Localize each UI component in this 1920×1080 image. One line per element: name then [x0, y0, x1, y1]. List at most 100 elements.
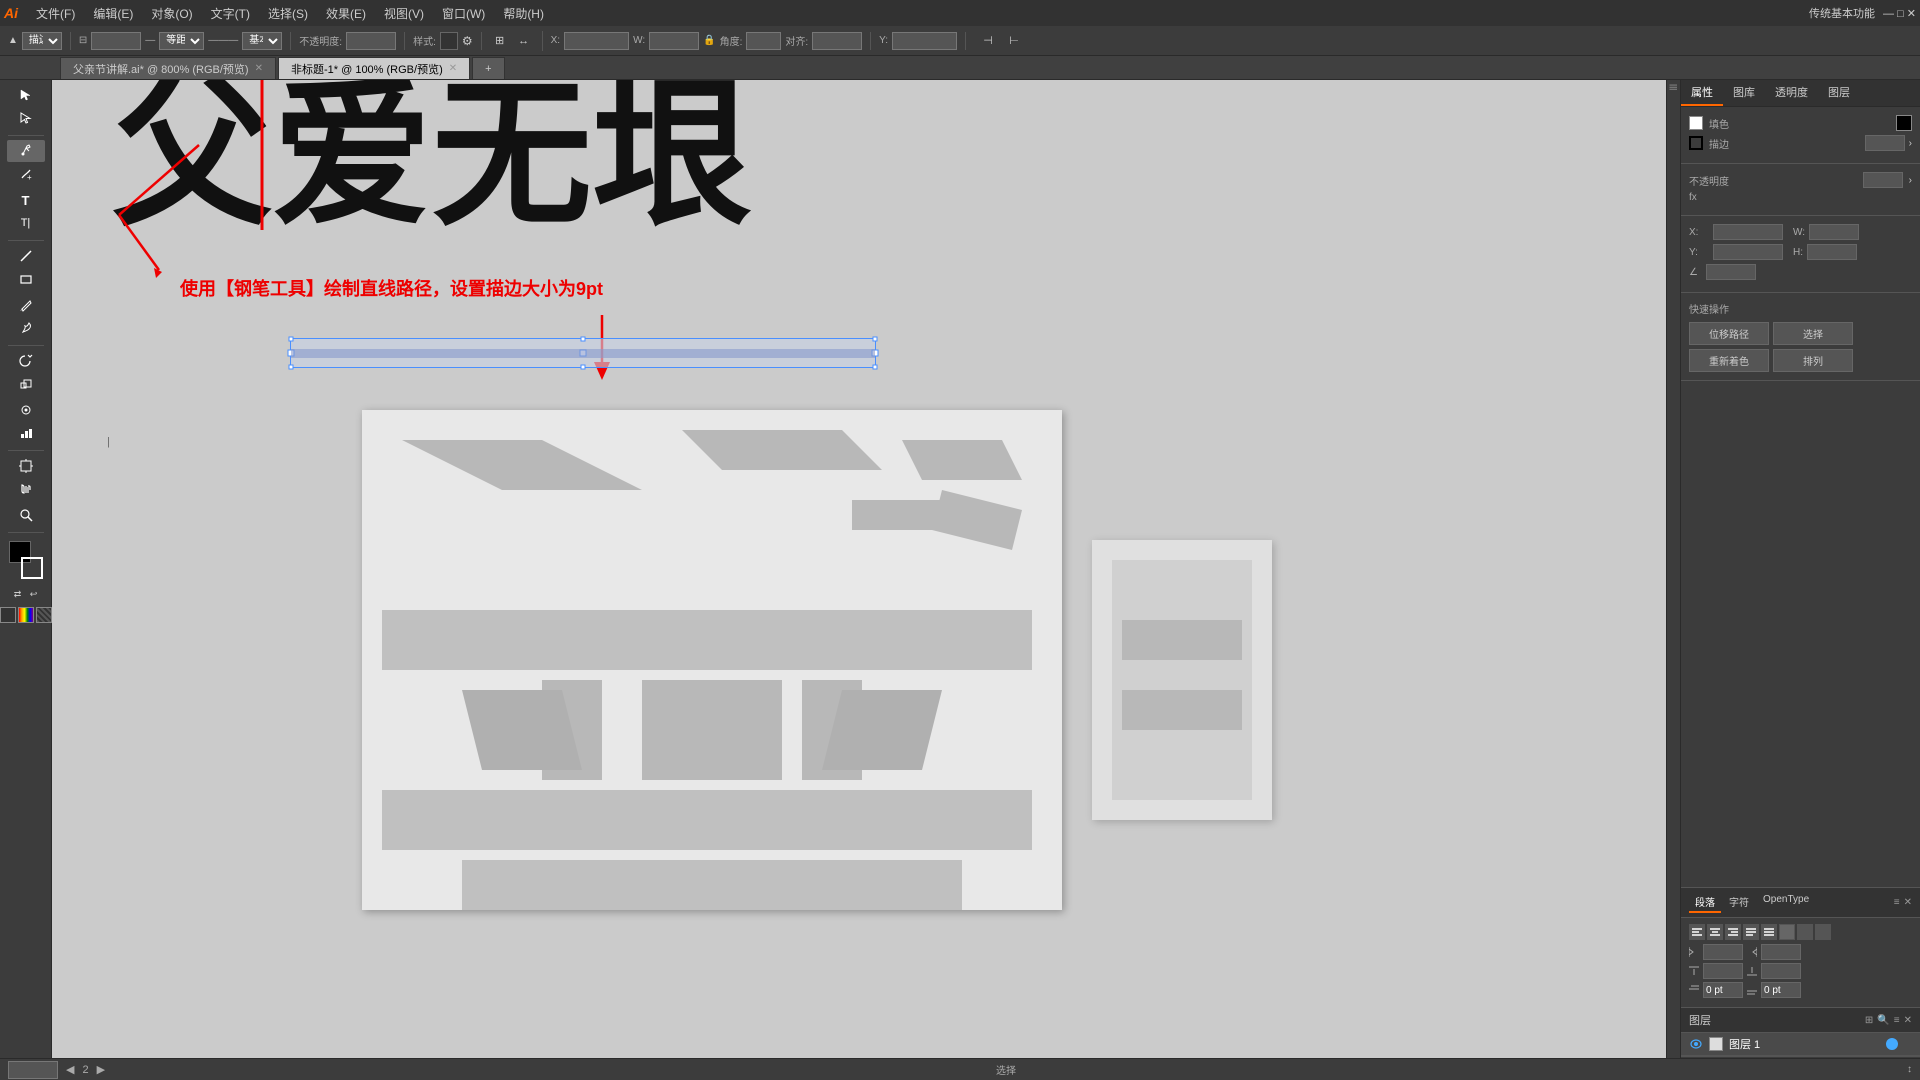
- handle-tr[interactable]: [873, 337, 878, 342]
- handle-bl[interactable]: [289, 365, 294, 370]
- angle-right-input[interactable]: 0°: [1706, 264, 1756, 280]
- stroke-selector[interactable]: 描边: [22, 32, 62, 50]
- layer-select-indicator[interactable]: [1886, 1038, 1898, 1050]
- opentype-tab[interactable]: OpenType: [1757, 892, 1815, 913]
- area-type-tool[interactable]: T|: [7, 212, 45, 234]
- default-colors-icon[interactable]: ↩: [27, 587, 41, 601]
- panel-hamburger-icon[interactable]: ≡: [1894, 897, 1900, 908]
- fill-icon[interactable]: [1689, 116, 1703, 130]
- style-settings-icon[interactable]: ⚙: [462, 34, 473, 48]
- gradient-icon[interactable]: [18, 607, 34, 623]
- stroke-size-input[interactable]: 9 pt: [91, 32, 141, 50]
- zoom-tool[interactable]: [7, 504, 45, 526]
- stroke-size-right[interactable]: 9 pt: [1865, 135, 1905, 151]
- space-before-input[interactable]: 0 pt: [1703, 963, 1743, 979]
- align-left-btn[interactable]: [1689, 924, 1705, 940]
- pen-tool[interactable]: [7, 140, 45, 162]
- type-tool[interactable]: T: [7, 189, 45, 211]
- justify-all-btn[interactable]: [1761, 924, 1777, 940]
- direct-selection-tool[interactable]: [7, 107, 45, 129]
- handle-br[interactable]: [873, 365, 878, 370]
- layer-lock-indicator[interactable]: [1900, 1038, 1912, 1050]
- panel-collapse-btn[interactable]: ✕: [1904, 897, 1912, 908]
- rect-tool[interactable]: [7, 268, 45, 290]
- path-container[interactable]: [290, 338, 876, 368]
- indent-right-input[interactable]: 0 pt: [1761, 944, 1801, 960]
- tab-close-2[interactable]: ✕: [449, 63, 457, 74]
- menu-text[interactable]: 文字(T): [203, 3, 258, 24]
- x-right-input[interactable]: 469.928: [1713, 224, 1783, 240]
- column-chart-tool[interactable]: [7, 422, 45, 444]
- handle-bc[interactable]: [581, 365, 586, 370]
- r-tab-transparency[interactable]: 透明度: [1765, 80, 1818, 106]
- color-swatch-icon[interactable]: [0, 607, 16, 623]
- menu-edit[interactable]: 编辑(E): [85, 3, 141, 24]
- tab-father-day[interactable]: 父亲节讲解.ai* @ 800% (RGB/预览) ✕: [60, 57, 276, 79]
- menu-effects[interactable]: 效果(E): [318, 3, 374, 24]
- align-btn-8[interactable]: [1815, 924, 1831, 940]
- pencil-tool[interactable]: [7, 294, 45, 316]
- menu-view[interactable]: 视图(V): [376, 3, 432, 24]
- recolor-btn[interactable]: 重新着色: [1689, 349, 1769, 372]
- scale-tool[interactable]: [7, 373, 45, 395]
- status-nav-prev[interactable]: ◀: [66, 1063, 74, 1076]
- align-center-btn[interactable]: [1707, 924, 1723, 940]
- lock-icon[interactable]: 🔒: [703, 35, 715, 46]
- status-nav-next[interactable]: ▶: [97, 1063, 105, 1076]
- y-right-input[interactable]: 944.375: [1713, 244, 1783, 260]
- menu-file[interactable]: 文件(F): [28, 3, 83, 24]
- artboard-main[interactable]: [362, 410, 1062, 910]
- swap-colors-icon[interactable]: ⇄: [11, 587, 25, 601]
- opacity-right-input[interactable]: 100%: [1863, 172, 1903, 188]
- align-left-icon[interactable]: ⊣: [978, 31, 998, 51]
- fill-swatch[interactable]: [1896, 115, 1912, 131]
- menu-help[interactable]: 帮助(H): [495, 3, 552, 24]
- align-btn-6[interactable]: [1779, 924, 1795, 940]
- angle-input[interactable]: 0°: [746, 32, 781, 50]
- layers-collapse-icon[interactable]: ✕: [1904, 1015, 1912, 1026]
- pattern-icon[interactable]: [36, 607, 52, 623]
- w-right-input[interactable]: 95 px: [1809, 224, 1859, 240]
- x-input[interactable]: 469.928: [564, 32, 629, 50]
- w-input[interactable]: 95 px: [649, 32, 699, 50]
- stroke-expand-icon[interactable]: ›: [1909, 138, 1912, 149]
- stroke-type-select[interactable]: 等距: [159, 32, 204, 50]
- handle-tc[interactable]: [581, 337, 586, 342]
- rotate-tool[interactable]: [7, 350, 45, 372]
- artboard-tool[interactable]: [7, 455, 45, 477]
- layers-search-icon[interactable]: 🔍: [1877, 1015, 1889, 1026]
- stroke-color[interactable]: [21, 557, 43, 579]
- r-tab-library[interactable]: 图库: [1723, 80, 1765, 106]
- space-after-input[interactable]: 0 pt: [1761, 963, 1801, 979]
- stroke-preset-select[interactable]: 基本: [242, 32, 282, 50]
- align-right-btn[interactable]: [1725, 924, 1741, 940]
- menu-window[interactable]: 窗口(W): [434, 3, 493, 24]
- stroke-icon[interactable]: [1689, 136, 1703, 150]
- layers-expand-icon[interactable]: ⊞: [1865, 1015, 1873, 1026]
- opacity-expand[interactable]: ›: [1909, 175, 1912, 186]
- brush-tool[interactable]: [7, 317, 45, 339]
- distribute-icon[interactable]: ⊢: [1004, 31, 1024, 51]
- line-tool[interactable]: [7, 245, 45, 267]
- panel-strip-icon[interactable]: |||: [1669, 84, 1678, 90]
- char-tab[interactable]: 字符: [1723, 892, 1755, 913]
- tab-untitled[interactable]: 非标题-1* @ 100% (RGB/预览) ✕: [278, 57, 470, 79]
- indent-left-input[interactable]: 0 pt: [1703, 944, 1743, 960]
- first-line-input[interactable]: [1703, 982, 1743, 998]
- opacity-input[interactable]: 100%: [346, 32, 396, 50]
- para-tab[interactable]: 段落: [1689, 892, 1721, 913]
- h-input[interactable]: 0 px: [812, 32, 862, 50]
- last-indent-input[interactable]: [1761, 982, 1801, 998]
- zoom-input[interactable]: 800%: [8, 1061, 58, 1079]
- h-right-input[interactable]: 0 px: [1807, 244, 1857, 260]
- selection-tool[interactable]: [7, 84, 45, 106]
- align-btn-7[interactable]: [1797, 924, 1813, 940]
- r-tab-properties[interactable]: 属性: [1681, 80, 1723, 106]
- style-preview[interactable]: [440, 32, 458, 50]
- select-btn[interactable]: 选择: [1773, 322, 1853, 345]
- y-input[interactable]: 944.375: [892, 32, 957, 50]
- layers-menu-icon[interactable]: ≡: [1894, 1015, 1900, 1026]
- hand-tool[interactable]: [7, 478, 45, 500]
- handle-tl[interactable]: [289, 337, 294, 342]
- r-tab-layers[interactable]: 图层: [1818, 80, 1860, 106]
